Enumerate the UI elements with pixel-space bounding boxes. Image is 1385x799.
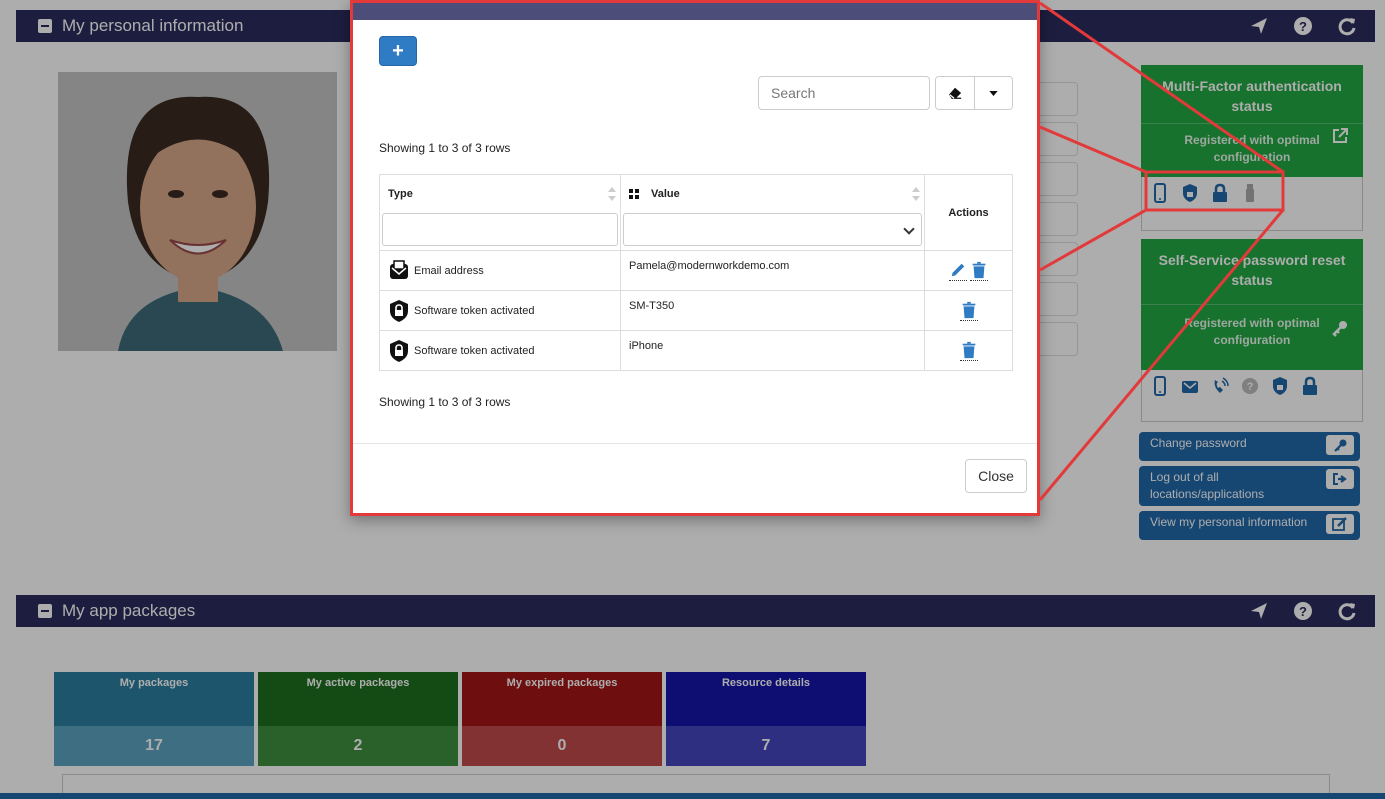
column-type-label: Type — [388, 188, 413, 200]
value-filter-select[interactable] — [623, 213, 922, 246]
showing-rows-top: Showing 1 to 3 of 3 rows — [379, 141, 511, 155]
delete-icon[interactable] — [959, 301, 978, 321]
table-row: Email address Pamela@modernworkdemo.com — [379, 250, 1013, 291]
toolbar-button-group — [935, 76, 1013, 110]
delete-icon[interactable] — [970, 261, 989, 281]
close-button[interactable]: Close — [965, 459, 1027, 493]
type-label: Email address — [414, 264, 484, 277]
table-row: Software token activated iPhone — [379, 330, 1013, 371]
grid-icon — [629, 189, 639, 199]
type-cell: Email address — [379, 250, 621, 291]
actions-cell — [924, 250, 1013, 291]
caret-down-icon — [989, 90, 998, 96]
type-filter-input[interactable] — [382, 213, 618, 246]
column-actions-label: Actions — [948, 206, 989, 219]
actions-cell — [924, 330, 1013, 371]
shield-lock-icon — [390, 299, 408, 322]
actions-cell — [924, 290, 1013, 331]
type-label: Software token activated — [414, 344, 535, 357]
value-cell: iPhone — [620, 330, 925, 371]
column-actions: Actions — [924, 174, 1013, 251]
delete-icon[interactable] — [959, 341, 978, 361]
column-type[interactable]: Type — [379, 174, 621, 251]
clear-filter-button[interactable] — [936, 77, 974, 109]
auth-methods-modal: + Showing 1 to 3 of 3 rows Type Value Ac — [350, 0, 1040, 516]
value-cell: Pamela@modernworkdemo.com — [620, 250, 925, 291]
modal-footer-divider — [353, 443, 1037, 444]
shield-lock-icon — [390, 339, 408, 362]
type-label: Software token activated — [414, 304, 535, 317]
search-input[interactable] — [758, 76, 930, 110]
value-cell: SM-T350 — [620, 290, 925, 331]
edit-icon[interactable] — [948, 261, 967, 281]
column-value-label: Value — [651, 188, 680, 200]
eraser-icon — [948, 87, 962, 99]
add-method-button[interactable]: + — [379, 36, 417, 66]
type-cell: Software token activated — [379, 290, 621, 331]
dropdown-toggle-button[interactable] — [974, 77, 1012, 109]
email-envelope-icon — [390, 259, 408, 279]
type-cell: Software token activated — [379, 330, 621, 371]
table-row: Software token activated SM-T350 — [379, 290, 1013, 331]
sort-icon[interactable] — [608, 187, 616, 201]
methods-table: Type Value Actions Email address Pamela@… — [379, 174, 1013, 371]
column-value[interactable]: Value — [620, 174, 925, 251]
modal-header-bar — [353, 3, 1037, 20]
sort-icon[interactable] — [912, 187, 920, 201]
showing-rows-bottom: Showing 1 to 3 of 3 rows — [379, 395, 511, 409]
